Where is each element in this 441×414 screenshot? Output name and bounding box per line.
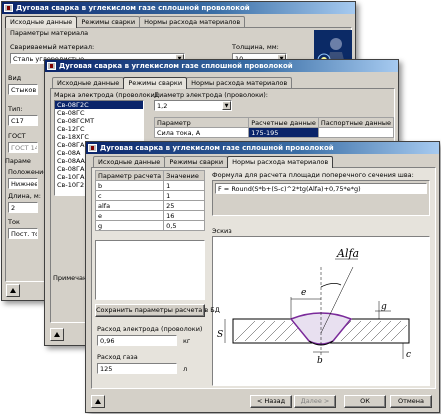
help-button[interactable] bbox=[91, 395, 105, 408]
tab-strip: Исходные данные Режимы сварки Нормы расх… bbox=[5, 16, 246, 28]
params-group-label: Параме bbox=[5, 157, 31, 165]
tab-welding-modes[interactable]: Режимы сварки bbox=[76, 16, 141, 27]
help-icon bbox=[10, 288, 16, 293]
position-field[interactable]: Нижнее bbox=[8, 178, 38, 189]
app-icon bbox=[4, 4, 13, 12]
help-button[interactable] bbox=[6, 284, 20, 297]
electrode-consumption-label: Расход электрода (проволоки) bbox=[97, 325, 203, 333]
help-icon bbox=[95, 399, 101, 404]
table-row[interactable]: Сила тока, А 175-195 bbox=[153, 127, 395, 138]
list-item[interactable]: Св-18ХГС bbox=[55, 133, 143, 141]
window-title: Дуговая сварка в углекислом газе сплошно… bbox=[100, 144, 334, 152]
window-title-bar: Дуговая сварка в углекислом газе сплошно… bbox=[45, 60, 398, 72]
table-row[interactable]: b1 bbox=[94, 180, 205, 191]
current-label: Ток bbox=[8, 218, 20, 226]
table-row[interactable]: e 16 bbox=[94, 210, 205, 221]
modes-table: Параметр Расчетные данные Паспортные дан… bbox=[153, 117, 395, 138]
app-icon bbox=[47, 62, 56, 70]
list-item[interactable]: Св-12ГС bbox=[55, 125, 143, 133]
tab-material-norms[interactable]: Нормы расхода материалов bbox=[227, 156, 334, 168]
window-material-norms: Дуговая сварка в углекислом газе сплошно… bbox=[85, 141, 440, 413]
table-header: Параметр bbox=[153, 117, 250, 128]
table-header: Паспортные данные bbox=[317, 117, 395, 128]
thickness-label: Толщина, мм: bbox=[232, 43, 279, 51]
gas-consumption-unit: л bbox=[183, 365, 188, 373]
help-button[interactable] bbox=[50, 328, 64, 341]
gost-label: ГОСТ bbox=[8, 132, 26, 140]
length-field[interactable]: 2 bbox=[8, 202, 38, 213]
sketch-label-c: c bbox=[406, 350, 411, 360]
electrode-consumption-unit: кг bbox=[183, 337, 191, 345]
formula-label: Формула для расчета площади поперечного … bbox=[212, 171, 414, 179]
sketch-label-b: b bbox=[317, 356, 323, 366]
length-label: Длина, м: bbox=[8, 192, 41, 200]
tab-strip: Исходные данные Режимы сварки Нормы расх… bbox=[93, 156, 334, 168]
tab-material-norms[interactable]: Нормы расхода материалов bbox=[139, 16, 246, 27]
list-item[interactable]: Св-08ГС bbox=[55, 109, 143, 117]
electrode-consumption-field[interactable]: 0,96 bbox=[97, 335, 177, 346]
tab-initial-data[interactable]: Исходные данные bbox=[5, 16, 78, 28]
save-params-button[interactable]: Сохранить параметры расчета в БД bbox=[95, 304, 220, 317]
app-icon bbox=[88, 144, 97, 152]
formula-field[interactable]: F = Round(S*b+(S-c)^2*tg(Alfa)+0,75*e*g) bbox=[215, 183, 427, 194]
tab-strip: Исходные данные Режимы сварки Нормы расх… bbox=[52, 77, 293, 89]
sketch-label-s: S bbox=[217, 330, 223, 340]
type-label: Вид bbox=[8, 74, 22, 82]
sketch-panel: Alfa e g S b c bbox=[212, 236, 430, 386]
calc-table-empty-area bbox=[95, 240, 205, 300]
diameter-label: Диаметр электрода (проволоки): bbox=[154, 91, 268, 99]
tab-initial-data[interactable]: Исходные данные bbox=[93, 156, 166, 167]
ok-button[interactable]: ОК bbox=[344, 395, 386, 408]
sketch-label-e: e bbox=[301, 288, 306, 298]
table-header: Значение bbox=[163, 170, 205, 181]
type-field[interactable]: Стыков bbox=[8, 84, 38, 95]
table-row[interactable]: alfa 25 bbox=[94, 200, 205, 211]
window-title-bar: Дуговая сварка в углекислом газе сплошно… bbox=[2, 2, 355, 14]
gas-consumption-label: Расход газа bbox=[97, 353, 138, 361]
table-header: Расчетные данные bbox=[248, 117, 319, 128]
weld-joint-sketch: Alfa e g S b c bbox=[217, 247, 411, 366]
position-label: Положение bbox=[8, 168, 48, 176]
tip-label: Тип: bbox=[8, 105, 23, 113]
chevron-down-icon: ▼ bbox=[222, 101, 231, 110]
gas-consumption-field[interactable]: 125 bbox=[97, 363, 177, 374]
diameter-select[interactable]: 1,2 ▼ bbox=[154, 100, 232, 111]
tab-material-norms[interactable]: Нормы расхода материалов bbox=[186, 77, 293, 88]
next-button[interactable]: Далее > bbox=[294, 395, 336, 408]
table-row[interactable]: c1 bbox=[94, 190, 205, 201]
window-title: Дуговая сварка в углекислом газе сплошно… bbox=[59, 62, 293, 70]
help-icon bbox=[54, 332, 60, 337]
table-header: Параметр расчета bbox=[94, 170, 165, 181]
window-title: Дуговая сварка в углекислом газе сплошно… bbox=[16, 4, 250, 12]
gost-field[interactable]: ГОСТ 147 bbox=[8, 142, 38, 153]
tab-initial-data[interactable]: Исходные данные bbox=[52, 77, 125, 88]
window-title-bar: Дуговая сварка в углекислом газе сплошно… bbox=[86, 142, 439, 154]
table-row[interactable]: g 0,5 bbox=[94, 220, 205, 231]
material-group-label: Параметры материала bbox=[10, 29, 89, 37]
sketch-label-g: g bbox=[381, 302, 387, 312]
weld-material-label: Свариваемый материал: bbox=[10, 43, 95, 51]
calc-params-table: Параметр расчета Значение b1 c1 alfa 25 e… bbox=[94, 170, 205, 231]
sketch-label-alfa: Alfa bbox=[336, 247, 359, 260]
tab-welding-modes[interactable]: Режимы сварки bbox=[164, 156, 229, 167]
electrode-brand-label: Марка электрода (проволоки): bbox=[54, 91, 160, 99]
sketch-label: Эскиз bbox=[212, 227, 232, 235]
list-item[interactable]: Св-08Г2С bbox=[55, 101, 143, 109]
cancel-button[interactable]: Отмена bbox=[390, 395, 432, 408]
tip-field[interactable]: С17 bbox=[8, 115, 38, 126]
list-item[interactable]: Св-08ГСМТ bbox=[55, 117, 143, 125]
current-field[interactable]: Пост. ток bbox=[8, 228, 38, 239]
tab-welding-modes[interactable]: Режимы сварки bbox=[123, 77, 188, 89]
back-button[interactable]: < Назад bbox=[250, 395, 292, 408]
